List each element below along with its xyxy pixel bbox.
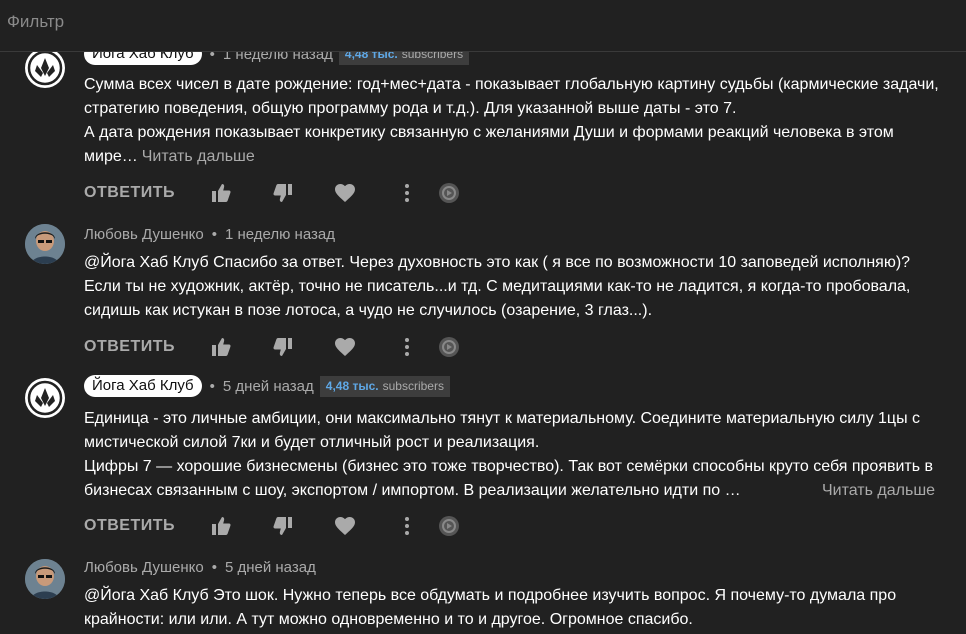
comment-line: Сумма всех чисел в дате рождение: год+ме… [84,76,939,93]
comment-line: крайности: или или. А тут можно одноврем… [84,611,693,628]
heart-icon[interactable] [333,514,357,538]
user-avatar[interactable] [25,224,65,264]
comment-line: @Йога Хаб Клуб Спасибо за ответ. Через д… [84,254,911,271]
comment-line-last: мире… Читать дальше [84,145,944,169]
comment-line-last: бизнесах связанным с шоу, экспортом / им… [84,479,944,503]
author-name[interactable]: Йога Хаб Клуб [84,375,202,397]
comment-line-text: бизнесах связанным с шоу, экспортом / им… [84,482,741,499]
dislike-icon[interactable] [271,335,295,359]
heart-icon[interactable] [333,335,357,359]
filter-bar: Фильтр [0,0,966,52]
reply-button[interactable]: ОТВЕТИТЬ [84,338,175,356]
comment-line: стратегию поведения, общую программу род… [84,100,737,117]
super-thanks-icon[interactable] [437,514,461,538]
like-icon[interactable] [209,514,233,538]
user-photo-icon [25,559,65,599]
comment-time[interactable]: 5 дней назад [225,559,316,576]
like-icon[interactable] [209,181,233,205]
heart-icon[interactable] [333,181,357,205]
comment-text: @Йога Хаб Клуб Это шок. Нужно теперь все… [84,584,944,632]
more-options-icon[interactable] [395,181,419,205]
comment-line: сидишь как истукан в позе лотоса, а чудо… [84,302,653,319]
separator-dot: • [209,377,215,395]
dislike-icon[interactable] [271,514,295,538]
read-more-link[interactable]: Читать дальше [822,479,935,503]
super-thanks-icon[interactable] [437,335,461,359]
subscribers-count: 4,48 тыс. [325,378,379,393]
comment-line: Если ты не художник, актёр, точно не пис… [84,278,911,295]
reply-button[interactable]: ОТВЕТИТЬ [84,184,175,202]
comment-time[interactable]: 1 неделю назад [225,226,335,243]
comment-line-text: мире… [84,148,138,165]
author-name[interactable]: Любовь Душенко [84,559,204,576]
dislike-icon[interactable] [271,181,295,205]
user-avatar[interactable] [25,559,65,599]
like-icon[interactable] [209,335,233,359]
comment-line: мистической силой 7ки и будет отличный р… [84,434,540,451]
comment-meta: Любовь Душенко • 5 дней назад [84,556,316,578]
comment-time[interactable]: 5 дней назад [223,378,314,395]
more-options-icon[interactable] [395,335,419,359]
comment-line: Единица - это личные амбиции, они максим… [84,410,921,427]
reply-button[interactable]: ОТВЕТИТЬ [84,517,175,535]
read-more-link[interactable]: Читать дальше [142,148,255,165]
author-name[interactable]: Любовь Душенко [84,226,204,243]
lotus-logo-icon [27,50,63,86]
yoga-club-avatar[interactable] [25,48,65,88]
user-photo-icon [25,224,65,264]
subscribers-badge: 4,48 тыс. subscribers [319,375,450,397]
separator-dot: • [211,558,217,576]
comment-meta: Любовь Душенко • 1 неделю назад [84,223,335,245]
comment-line: Цифры 7 — хорошие бизнесмены (бизнес это… [84,458,934,475]
comment-line: А дата рождения показывает конкретику св… [84,124,894,141]
lotus-logo-icon [27,380,63,416]
separator-dot: • [211,225,217,243]
super-thanks-icon[interactable] [437,181,461,205]
subscribers-label: subscribers [382,378,444,393]
comment-meta: Йога Хаб Клуб • 5 дней назад 4,48 тыс. su… [84,375,450,397]
comment-text: Единица - это личные амбиции, они максим… [84,407,944,503]
comment-text: Сумма всех чисел в дате рождение: год+ме… [84,73,944,169]
yoga-club-avatar[interactable] [25,378,65,418]
comment-text: @Йога Хаб Клуб Спасибо за ответ. Через д… [84,251,944,323]
more-options-icon[interactable] [395,514,419,538]
comment-line: @Йога Хаб Клуб Это шок. Нужно теперь все… [84,587,897,604]
filter-label[interactable]: Фильтр [7,12,64,32]
